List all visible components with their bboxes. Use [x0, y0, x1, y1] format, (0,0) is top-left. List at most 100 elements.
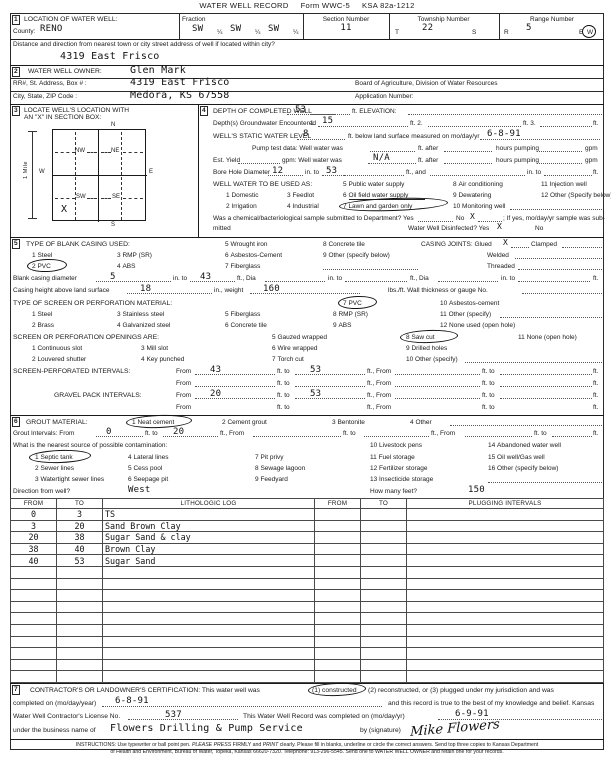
cell-plugging-interval[interactable] — [406, 519, 604, 533]
bore-hole-diameter-value[interactable]: 12 — [272, 166, 283, 176]
cell-plug-from[interactable] — [314, 577, 361, 591]
casing-joints-glued-mark[interactable]: X — [503, 238, 508, 247]
table-row[interactable] — [10, 670, 604, 683]
cell-plugging-interval[interactable] — [406, 589, 604, 602]
openings-option-6[interactable]: 6 Wire wrapped — [272, 345, 318, 352]
blank-casing-diameter-value[interactable]: 5 — [110, 272, 116, 282]
casing-option-9[interactable]: 9 Other (specify below) — [323, 252, 390, 259]
cell-plugging-interval[interactable] — [406, 635, 604, 649]
cell-lithologic-log[interactable]: TS — [102, 508, 315, 521]
openings-option-2[interactable]: 2 Louvered shutter — [32, 356, 86, 363]
cell-plugging-interval[interactable] — [406, 612, 604, 625]
cell-to[interactable]: 40 — [56, 542, 103, 556]
cell-plug-to[interactable] — [360, 589, 407, 602]
range-number-value[interactable]: 5 — [526, 23, 532, 33]
use-option-1[interactable]: 1 Domestic — [226, 192, 259, 199]
cell-plugging-interval[interactable] — [406, 531, 604, 544]
table-row[interactable]: 38 40 Brown Clay — [10, 542, 604, 556]
screen-material-option-3[interactable]: 3 Stainless steel — [117, 311, 164, 318]
cell-lithologic-log[interactable] — [102, 600, 315, 614]
cell-plug-from[interactable] — [314, 542, 361, 556]
openings-option-4[interactable]: 4 Key punched — [141, 356, 184, 363]
screen-material-option-10[interactable]: 10 Asbestos-cement — [440, 300, 499, 307]
contam-option-10[interactable]: 10 Livestock pens — [370, 442, 422, 449]
casing-option-5[interactable]: 5 Wrought iron — [225, 241, 268, 248]
table-row[interactable]: 40 53 Sugar Sand — [10, 554, 604, 567]
cert-option-2-3[interactable]: (2) reconstructed, or (3) plugged under … — [368, 687, 554, 694]
direction-from-well-value[interactable]: West — [128, 485, 150, 495]
static-water-level-value[interactable]: 8 — [303, 129, 309, 139]
cell-to[interactable] — [56, 658, 103, 672]
cell-plug-to[interactable] — [360, 531, 407, 544]
cell-plug-from[interactable] — [314, 508, 361, 521]
contam-option-4[interactable]: 4 Lateral lines — [128, 454, 169, 461]
cell-plug-from[interactable] — [314, 647, 361, 660]
cell-plugging-interval[interactable] — [406, 670, 604, 683]
cell-plug-to[interactable] — [360, 542, 407, 556]
use-option-9[interactable]: 9 Dewatering — [453, 192, 491, 199]
screen-material-option-12[interactable]: 12 None used (open hole) — [440, 322, 515, 329]
cell-to[interactable] — [56, 612, 103, 625]
cell-plugging-interval[interactable] — [406, 565, 604, 579]
cell-to[interactable] — [56, 600, 103, 614]
openings-option-11[interactable]: 11 None (open hole) — [518, 334, 577, 341]
table-row[interactable] — [10, 577, 604, 591]
cell-plug-to[interactable] — [360, 670, 407, 683]
cell-plugging-interval[interactable] — [406, 658, 604, 672]
cell-to[interactable] — [56, 647, 103, 660]
table-row[interactable] — [10, 635, 604, 649]
grout-interval-to[interactable]: 20 — [173, 427, 184, 437]
cell-to[interactable]: 53 — [56, 554, 103, 567]
owner-address-value[interactable]: 4319 East Frisco — [130, 77, 230, 88]
cell-from[interactable] — [10, 635, 57, 649]
table-row[interactable] — [10, 565, 604, 579]
use-option-5[interactable]: 5 Public water supply — [343, 181, 404, 188]
cell-from[interactable]: 20 — [10, 531, 57, 544]
how-many-feet-value[interactable]: 150 — [468, 485, 485, 495]
casing-height-value[interactable]: 18 — [140, 284, 151, 294]
contam-option-7[interactable]: 7 Pit privy — [255, 454, 284, 461]
completed-on-value[interactable]: 6-8-91 — [115, 696, 149, 706]
cell-plug-from[interactable] — [314, 554, 361, 567]
casing-weight-value[interactable]: 160 — [263, 284, 280, 294]
cell-plugging-interval[interactable] — [406, 542, 604, 556]
cell-plug-to[interactable] — [360, 612, 407, 625]
owner-name-value[interactable]: Glen Mark — [130, 65, 186, 76]
cell-to[interactable] — [56, 635, 103, 649]
screen-material-option-2[interactable]: 2 Brass — [32, 322, 54, 329]
cell-plugging-interval[interactable] — [406, 600, 604, 614]
cell-lithologic-log[interactable] — [102, 589, 315, 602]
cell-plugging-interval[interactable] — [406, 577, 604, 591]
casing-joints-threaded[interactable]: Threaded — [487, 263, 515, 270]
grout-interval-from[interactable]: 0 — [106, 427, 112, 437]
fraction-1-value[interactable]: SW — [192, 24, 203, 34]
casing-joints-clamped[interactable]: Clamped — [531, 241, 557, 248]
table-row[interactable] — [10, 612, 604, 625]
cell-from[interactable]: 40 — [10, 554, 57, 567]
cell-plug-from[interactable] — [314, 635, 361, 649]
disinfected-yes-mark[interactable]: X — [497, 222, 502, 231]
cell-to[interactable] — [56, 577, 103, 591]
use-option-2[interactable]: 2 Irrigation — [226, 203, 257, 210]
contam-option-2[interactable]: 2 Sewer lines — [35, 465, 74, 472]
cell-plugging-interval[interactable] — [406, 508, 604, 521]
cell-plug-from[interactable] — [314, 623, 361, 637]
cell-lithologic-log[interactable] — [102, 658, 315, 672]
cell-plug-to[interactable] — [360, 623, 407, 637]
use-option-11[interactable]: 11 Injection well — [541, 181, 587, 188]
screen-interval-1-to[interactable]: 53 — [310, 365, 321, 375]
business-name-value[interactable]: Flowers Drilling & Pump Service — [110, 723, 303, 734]
cell-plug-from[interactable] — [314, 658, 361, 672]
owner-city-value[interactable]: Medora, KS 67558 — [130, 90, 230, 101]
table-row[interactable]: 0 3 TS — [10, 508, 604, 521]
casing-option-6[interactable]: 6 Asbestos-Cement — [225, 252, 282, 259]
grout-option-3[interactable]: 3 Bentonite — [332, 419, 365, 426]
fraction-2-value[interactable]: SW — [230, 24, 241, 34]
cell-lithologic-log[interactable] — [102, 623, 315, 637]
cell-lithologic-log[interactable] — [102, 612, 315, 625]
distance-value[interactable]: 4319 East Frisco — [60, 51, 160, 62]
cell-plug-to[interactable] — [360, 635, 407, 649]
chem-sample-no-mark[interactable]: X — [470, 212, 475, 221]
cell-plugging-interval[interactable] — [406, 554, 604, 567]
well-location-mark[interactable]: X — [61, 204, 67, 215]
